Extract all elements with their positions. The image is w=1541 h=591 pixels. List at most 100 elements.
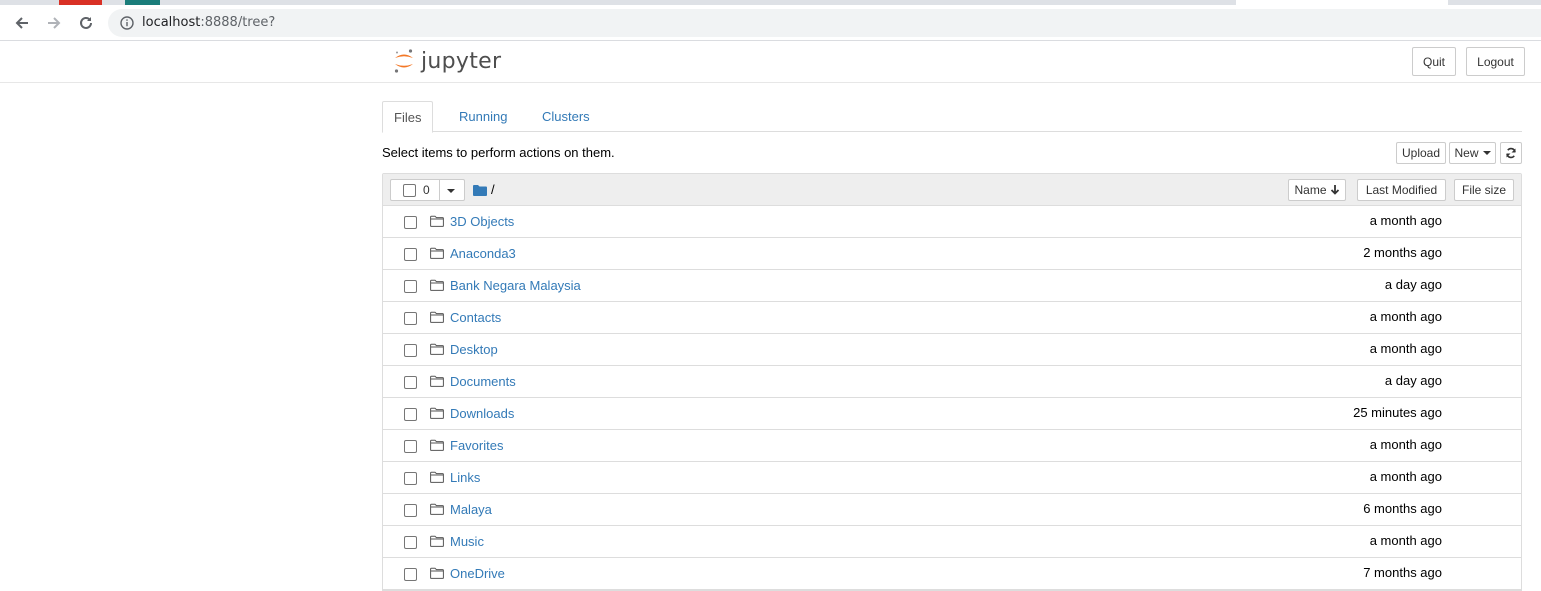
file-modified-time: 25 minutes ago — [1353, 405, 1442, 420]
file-name-link[interactable]: Music — [450, 534, 484, 549]
file-row[interactable]: Contacts a month ago — [383, 302, 1521, 334]
file-list-header: 0 / Name Last Modified File size — [383, 174, 1521, 206]
forward-arrow-icon — [48, 17, 61, 29]
row-checkbox[interactable] — [404, 536, 417, 549]
row-checkbox[interactable] — [404, 312, 417, 325]
tab-files[interactable]: Files — [382, 101, 434, 133]
reload-button[interactable] — [72, 9, 100, 37]
row-checkbox[interactable] — [404, 504, 417, 517]
browser-toolbar: localhost:8888/tree? — [0, 5, 1541, 41]
sort-last-modified-button[interactable]: Last Modified — [1357, 179, 1446, 201]
instructions-text: Select items to perform actions on them. — [382, 145, 615, 160]
refresh-icon — [1506, 147, 1516, 159]
jupyter-logo-text: jupyter — [421, 48, 502, 74]
file-name-link[interactable]: OneDrive — [450, 566, 505, 581]
file-row[interactable]: Music a month ago — [383, 526, 1521, 558]
quit-button[interactable]: Quit — [1412, 47, 1456, 76]
file-modified-time: 6 months ago — [1363, 501, 1442, 516]
folder-icon — [430, 247, 444, 259]
selected-count: 0 — [423, 183, 430, 197]
file-name-link[interactable]: Malaya — [450, 502, 492, 517]
file-modified-time: a month ago — [1369, 341, 1442, 356]
row-checkbox[interactable] — [404, 472, 417, 485]
row-checkbox[interactable] — [404, 408, 417, 421]
folder-icon — [430, 279, 444, 291]
sort-file-size-button[interactable]: File size — [1454, 179, 1514, 201]
upload-button[interactable]: Upload — [1396, 142, 1446, 164]
reload-icon — [80, 16, 92, 29]
sort-name-button[interactable]: Name — [1288, 179, 1346, 201]
tab-clusters[interactable]: Clusters — [531, 101, 601, 132]
sort-name-label: Name — [1294, 183, 1327, 197]
file-modified-time: 7 months ago — [1363, 565, 1442, 580]
file-row[interactable]: Favorites a month ago — [383, 430, 1521, 462]
arrow-down-icon — [1330, 185, 1339, 195]
file-name-link[interactable]: Desktop — [450, 342, 498, 357]
row-checkbox[interactable] — [404, 568, 417, 581]
jupyter-logo-icon — [394, 49, 413, 73]
select-all-checkbox[interactable] — [403, 184, 416, 197]
row-checkbox[interactable] — [404, 344, 417, 357]
file-row[interactable]: Documents a day ago — [383, 366, 1521, 398]
info-icon[interactable] — [120, 16, 134, 30]
file-row[interactable]: Links a month ago — [383, 462, 1521, 494]
jupyter-header: jupyter Quit Logout — [0, 41, 1541, 83]
file-name-link[interactable]: Anaconda3 — [450, 246, 516, 261]
row-checkbox[interactable] — [404, 280, 417, 293]
file-row[interactable]: Downloads 25 minutes ago — [383, 398, 1521, 430]
address-bar[interactable]: localhost:8888/tree? — [108, 9, 1541, 37]
file-modified-time: a month ago — [1369, 533, 1442, 548]
back-arrow-icon — [15, 17, 28, 29]
chevron-down-icon[interactable] — [447, 189, 455, 193]
forward-button[interactable] — [40, 9, 68, 37]
folder-icon — [430, 215, 444, 227]
jupyter-logo[interactable]: jupyter — [393, 47, 501, 75]
file-row[interactable]: OneDrive 7 months ago — [383, 558, 1521, 590]
file-row[interactable]: Bank Negara Malaysia a day ago — [383, 270, 1521, 302]
file-name-link[interactable]: Downloads — [450, 406, 514, 421]
file-name-link[interactable]: Favorites — [450, 438, 503, 453]
file-row[interactable]: 3D Objects a month ago — [383, 206, 1521, 238]
file-modified-time: a month ago — [1369, 309, 1442, 324]
file-modified-time: a month ago — [1369, 469, 1442, 484]
row-checkbox[interactable] — [404, 248, 417, 261]
back-button[interactable] — [8, 9, 36, 37]
folder-icon — [430, 375, 444, 387]
new-button-label: New — [1454, 146, 1479, 160]
file-name-link[interactable]: Links — [450, 470, 480, 485]
file-name-link[interactable]: Bank Negara Malaysia — [450, 278, 581, 293]
tab-running[interactable]: Running — [448, 101, 518, 132]
row-checkbox[interactable] — [404, 216, 417, 229]
folder-icon — [430, 439, 444, 451]
file-row[interactable]: Anaconda3 2 months ago — [383, 238, 1521, 270]
folder-icon — [430, 471, 444, 483]
file-modified-time: a day ago — [1384, 373, 1442, 388]
file-name-link[interactable]: Contacts — [450, 310, 501, 325]
folder-icon — [430, 343, 444, 355]
folder-icon — [430, 535, 444, 547]
divider — [439, 180, 440, 200]
file-name-link[interactable]: Documents — [450, 374, 516, 389]
refresh-button[interactable] — [1500, 142, 1522, 164]
file-modified-time: 2 months ago — [1363, 245, 1442, 260]
select-all-control[interactable]: 0 — [390, 179, 465, 201]
chevron-down-icon — [1482, 151, 1491, 155]
logout-button[interactable]: Logout — [1466, 47, 1525, 76]
file-modified-time: a month ago — [1369, 213, 1442, 228]
breadcrumb-root[interactable]: / — [491, 182, 495, 197]
folder-icon — [430, 567, 444, 579]
file-modified-time: a day ago — [1384, 277, 1442, 292]
file-row[interactable]: Desktop a month ago — [383, 334, 1521, 366]
folder-icon — [430, 311, 444, 323]
file-name-link[interactable]: 3D Objects — [450, 214, 514, 229]
breadcrumb[interactable]: / — [473, 182, 495, 197]
folder-icon — [430, 407, 444, 419]
new-dropdown-button[interactable]: New — [1449, 142, 1496, 164]
file-row[interactable]: Malaya 6 months ago — [383, 494, 1521, 526]
row-checkbox[interactable] — [404, 376, 417, 389]
tab-bar: Files Running Clusters — [382, 101, 1522, 133]
folder-icon — [430, 503, 444, 515]
row-checkbox[interactable] — [404, 440, 417, 453]
folder-icon — [473, 184, 487, 196]
file-modified-time: a month ago — [1369, 437, 1442, 452]
